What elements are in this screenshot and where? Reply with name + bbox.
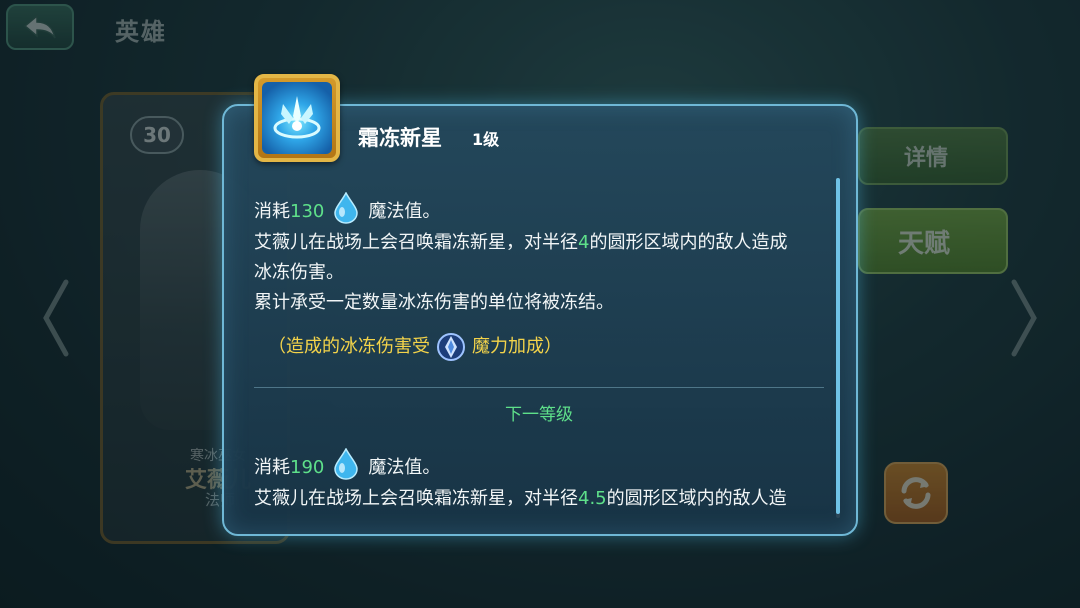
bonus-prefix: （造成的冰冻伤害受	[268, 336, 430, 357]
desc-line: 冰冻伤害。	[254, 262, 344, 283]
desc-line: 艾薇儿在战场上会召唤霜冻新星，对半径 4.5 的圆形区域内的敌人造	[254, 484, 834, 514]
mana-cost-value: 130	[290, 201, 325, 222]
magic-power-icon	[437, 333, 465, 361]
mana-drop-icon	[334, 192, 359, 224]
current-level-description: 消耗 130 魔法值。 艾薇儿在战场上会召唤霜冻新星，对半径 4 的圆形区域内的…	[254, 192, 834, 362]
frost-nova-icon	[273, 96, 321, 139]
next-level-heading: 下一等级	[505, 405, 573, 425]
desc-text: 的圆形区域内的敌人造	[606, 488, 787, 509]
radius-value: 4.5	[578, 488, 607, 509]
desc-line: 累计承受一定数量冰冻伤害的单位将被冻结。	[254, 292, 614, 313]
cost-suffix: 魔法值。	[368, 457, 441, 478]
skill-level: 1级	[472, 130, 500, 149]
skill-name: 霜冻新星	[358, 126, 442, 150]
desc-text: 艾薇儿在战场上会召唤霜冻新星，对半径	[254, 488, 578, 509]
cost-prefix: 消耗	[254, 457, 290, 478]
radius-value: 4	[578, 232, 590, 253]
bonus-line: （造成的冰冻伤害受 魔力加成）	[254, 332, 834, 362]
mana-cost-line: 消耗 130 魔法值。	[254, 192, 834, 228]
desc-text: 的圆形区域内的敌人造成	[589, 232, 788, 253]
mana-cost-line: 消耗 190 魔法值。	[254, 448, 834, 484]
scrollbar-thumb[interactable]	[836, 178, 840, 514]
mana-drop-icon	[334, 448, 359, 480]
next-level-description: 消耗 190 魔法值。 艾薇儿在战场上会召唤霜冻新星，对半径 4.5 的圆形区域…	[254, 448, 834, 514]
desc-text: 艾薇儿在战场上会召唤霜冻新星，对半径	[254, 232, 578, 253]
skill-icon-frame	[254, 74, 340, 162]
desc-line: 艾薇儿在战场上会召唤霜冻新星，对半径 4 的圆形区域内的敌人造成	[254, 228, 834, 258]
cost-prefix: 消耗	[254, 201, 290, 222]
bonus-suffix: 魔力加成）	[472, 336, 562, 357]
cost-suffix: 魔法值。	[368, 201, 441, 222]
divider	[254, 387, 824, 388]
mana-cost-value: 190	[290, 457, 325, 478]
